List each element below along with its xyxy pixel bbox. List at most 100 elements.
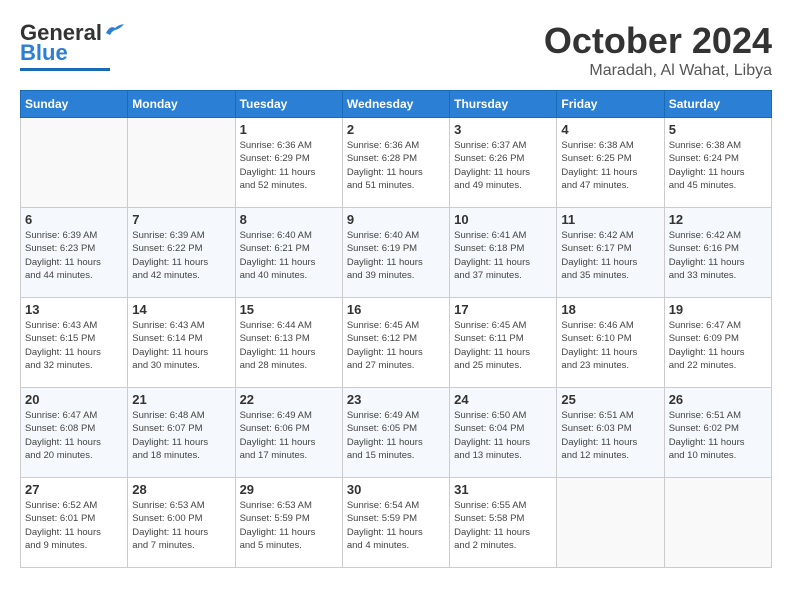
day-number: 15 [240, 302, 338, 317]
day-info: Sunrise: 6:52 AM Sunset: 6:01 PM Dayligh… [25, 499, 123, 552]
weekday-header: Monday [128, 91, 235, 118]
calendar-cell: 19 Sunrise: 6:47 AM Sunset: 6:09 PM Dayli… [664, 298, 771, 388]
day-info: Sunrise: 6:38 AM Sunset: 6:24 PM Dayligh… [669, 139, 767, 192]
calendar-cell: 22Sunrise: 6:49 AM Sunset: 6:06 PM Dayli… [235, 388, 342, 478]
day-number: 12 [669, 212, 767, 227]
day-number: 26 [669, 392, 767, 407]
weekday-header: Friday [557, 91, 664, 118]
calendar-cell: 25Sunrise: 6:51 AM Sunset: 6:03 PM Dayli… [557, 388, 664, 478]
day-info: Sunrise: 6:55 AM Sunset: 5:58 PM Dayligh… [454, 499, 552, 552]
calendar-cell: 10 Sunrise: 6:41 AM Sunset: 6:18 PM Dayli… [450, 208, 557, 298]
day-number: 6 [25, 212, 123, 227]
calendar-table: SundayMondayTuesdayWednesdayThursdayFrid… [20, 90, 772, 568]
weekday-header: Saturday [664, 91, 771, 118]
day-number: 23 [347, 392, 445, 407]
calendar-cell: 31 Sunrise: 6:55 AM Sunset: 5:58 PM Dayli… [450, 478, 557, 568]
weekday-header-row: SundayMondayTuesdayWednesdayThursdayFrid… [21, 91, 772, 118]
day-info: Sunrise: 6:36 AM Sunset: 6:29 PM Dayligh… [240, 139, 338, 192]
day-info: Sunrise: 6:41 AM Sunset: 6:18 PM Dayligh… [454, 229, 552, 282]
day-number: 14 [132, 302, 230, 317]
logo-blue-text: Blue [20, 40, 68, 66]
day-info: Sunrise: 6:42 AM Sunset: 6:16 PM Dayligh… [669, 229, 767, 282]
day-number: 7 [132, 212, 230, 227]
calendar-week-row: 13 Sunrise: 6:43 AM Sunset: 6:15 PM Dayli… [21, 298, 772, 388]
day-number: 13 [25, 302, 123, 317]
calendar-cell: 23 Sunrise: 6:49 AM Sunset: 6:05 PM Dayli… [342, 388, 449, 478]
calendar-cell: 26 Sunrise: 6:51 AM Sunset: 6:02 PM Dayli… [664, 388, 771, 478]
calendar-week-row: 1 Sunrise: 6:36 AM Sunset: 6:29 PM Daylig… [21, 118, 772, 208]
day-info: Sunrise: 6:40 AM Sunset: 6:19 PM Dayligh… [347, 229, 445, 282]
day-number: 19 [669, 302, 767, 317]
logo: General Blue [20, 20, 126, 71]
day-info: Sunrise: 6:45 AM Sunset: 6:12 PM Dayligh… [347, 319, 445, 372]
day-info: Sunrise: 6:49 AM Sunset: 6:05 PM Dayligh… [347, 409, 445, 462]
calendar-week-row: 6 Sunrise: 6:39 AM Sunset: 6:23 PM Daylig… [21, 208, 772, 298]
day-info: Sunrise: 6:39 AM Sunset: 6:23 PM Dayligh… [25, 229, 123, 282]
calendar-cell: 28Sunrise: 6:53 AM Sunset: 6:00 PM Dayli… [128, 478, 235, 568]
calendar-cell: 1 Sunrise: 6:36 AM Sunset: 6:29 PM Daylig… [235, 118, 342, 208]
calendar-cell: 12 Sunrise: 6:42 AM Sunset: 6:16 PM Dayli… [664, 208, 771, 298]
day-number: 31 [454, 482, 552, 497]
day-number: 30 [347, 482, 445, 497]
weekday-header: Tuesday [235, 91, 342, 118]
calendar-cell: 27 Sunrise: 6:52 AM Sunset: 6:01 PM Dayli… [21, 478, 128, 568]
calendar-cell: 15 Sunrise: 6:44 AM Sunset: 6:13 PM Dayli… [235, 298, 342, 388]
day-info: Sunrise: 6:49 AM Sunset: 6:06 PM Dayligh… [240, 409, 338, 462]
calendar-cell: 2 Sunrise: 6:36 AM Sunset: 6:28 PM Daylig… [342, 118, 449, 208]
day-info: Sunrise: 6:53 AM Sunset: 5:59 PM Dayligh… [240, 499, 338, 552]
calendar-cell [664, 478, 771, 568]
day-info: Sunrise: 6:43 AM Sunset: 6:15 PM Dayligh… [25, 319, 123, 372]
calendar-cell: 7 Sunrise: 6:39 AM Sunset: 6:22 PM Daylig… [128, 208, 235, 298]
day-info: Sunrise: 6:43 AM Sunset: 6:14 PM Dayligh… [132, 319, 230, 372]
calendar-cell: 16 Sunrise: 6:45 AM Sunset: 6:12 PM Dayli… [342, 298, 449, 388]
calendar-cell: 20Sunrise: 6:47 AM Sunset: 6:08 PM Dayli… [21, 388, 128, 478]
calendar-cell: 29Sunrise: 6:53 AM Sunset: 5:59 PM Dayli… [235, 478, 342, 568]
day-number: 2 [347, 122, 445, 137]
location-subtitle: Maradah, Al Wahat, Libya [544, 62, 772, 80]
calendar-week-row: 20Sunrise: 6:47 AM Sunset: 6:08 PM Dayli… [21, 388, 772, 478]
day-info: Sunrise: 6:38 AM Sunset: 6:25 PM Dayligh… [561, 139, 659, 192]
calendar-cell: 5Sunrise: 6:38 AM Sunset: 6:24 PM Daylig… [664, 118, 771, 208]
day-info: Sunrise: 6:47 AM Sunset: 6:08 PM Dayligh… [25, 409, 123, 462]
calendar-cell [21, 118, 128, 208]
weekday-header: Thursday [450, 91, 557, 118]
day-number: 9 [347, 212, 445, 227]
day-number: 17 [454, 302, 552, 317]
day-info: Sunrise: 6:39 AM Sunset: 6:22 PM Dayligh… [132, 229, 230, 282]
day-info: Sunrise: 6:48 AM Sunset: 6:07 PM Dayligh… [132, 409, 230, 462]
day-number: 11 [561, 212, 659, 227]
day-info: Sunrise: 6:44 AM Sunset: 6:13 PM Dayligh… [240, 319, 338, 372]
day-info: Sunrise: 6:51 AM Sunset: 6:02 PM Dayligh… [669, 409, 767, 462]
day-info: Sunrise: 6:40 AM Sunset: 6:21 PM Dayligh… [240, 229, 338, 282]
day-info: Sunrise: 6:45 AM Sunset: 6:11 PM Dayligh… [454, 319, 552, 372]
calendar-cell: 4 Sunrise: 6:38 AM Sunset: 6:25 PM Daylig… [557, 118, 664, 208]
weekday-header: Wednesday [342, 91, 449, 118]
day-number: 10 [454, 212, 552, 227]
day-number: 18 [561, 302, 659, 317]
day-info: Sunrise: 6:51 AM Sunset: 6:03 PM Dayligh… [561, 409, 659, 462]
day-number: 1 [240, 122, 338, 137]
title-block: October 2024 Maradah, Al Wahat, Libya [544, 20, 772, 80]
calendar-cell [128, 118, 235, 208]
calendar-cell: 3 Sunrise: 6:37 AM Sunset: 6:26 PM Daylig… [450, 118, 557, 208]
day-info: Sunrise: 6:46 AM Sunset: 6:10 PM Dayligh… [561, 319, 659, 372]
calendar-cell: 30Sunrise: 6:54 AM Sunset: 5:59 PM Dayli… [342, 478, 449, 568]
day-number: 4 [561, 122, 659, 137]
calendar-cell [557, 478, 664, 568]
weekday-header: Sunday [21, 91, 128, 118]
logo-underline [20, 68, 110, 71]
calendar-cell: 17 Sunrise: 6:45 AM Sunset: 6:11 PM Dayli… [450, 298, 557, 388]
day-info: Sunrise: 6:36 AM Sunset: 6:28 PM Dayligh… [347, 139, 445, 192]
day-number: 24 [454, 392, 552, 407]
day-info: Sunrise: 6:42 AM Sunset: 6:17 PM Dayligh… [561, 229, 659, 282]
day-number: 27 [25, 482, 123, 497]
calendar-cell: 11 Sunrise: 6:42 AM Sunset: 6:17 PM Dayli… [557, 208, 664, 298]
day-info: Sunrise: 6:47 AM Sunset: 6:09 PM Dayligh… [669, 319, 767, 372]
calendar-cell: 21Sunrise: 6:48 AM Sunset: 6:07 PM Dayli… [128, 388, 235, 478]
day-info: Sunrise: 6:37 AM Sunset: 6:26 PM Dayligh… [454, 139, 552, 192]
calendar-cell: 13 Sunrise: 6:43 AM Sunset: 6:15 PM Dayli… [21, 298, 128, 388]
day-info: Sunrise: 6:50 AM Sunset: 6:04 PM Dayligh… [454, 409, 552, 462]
day-number: 16 [347, 302, 445, 317]
calendar-cell: 18 Sunrise: 6:46 AM Sunset: 6:10 PM Dayli… [557, 298, 664, 388]
day-number: 3 [454, 122, 552, 137]
